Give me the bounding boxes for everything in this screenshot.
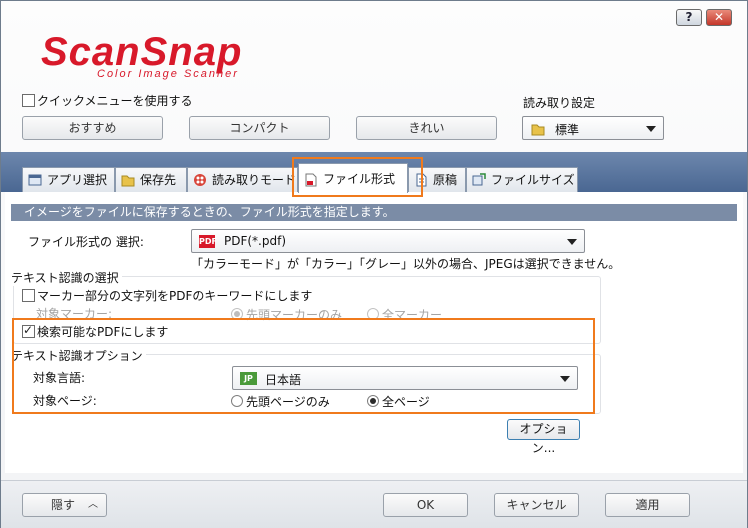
tab-label: 読み取りモード (212, 173, 297, 187)
tab-label: 原稿 (433, 173, 458, 187)
file-format-description: イメージをファイルに保存するときの、ファイル形式を指定します。 (11, 204, 737, 221)
scansnap-logo: ScanSnap Color Image Scanner (41, 31, 241, 80)
first-page-radio[interactable] (231, 395, 243, 407)
app-window-icon (28, 174, 42, 186)
scan-settings-select[interactable]: 標準 (522, 116, 664, 140)
tab-label: ファイル形式 (323, 172, 396, 186)
chevron-up-icon: ︿ (88, 499, 98, 510)
chevron-down-icon (560, 376, 570, 382)
all-pages-radio[interactable] (367, 395, 379, 407)
ocr-options-group-title: テキスト認識オプション (11, 347, 146, 364)
preset-recommended-button[interactable]: おすすめ (22, 116, 163, 140)
target-pages-label: 対象ページ: (33, 394, 97, 408)
close-button[interactable]: ✕ (706, 9, 732, 26)
file-format-value: PDF(*.pdf) (224, 234, 287, 248)
first-page-label: 先頭ページのみ (246, 395, 330, 409)
scan-settings-label: 読み取り設定 (523, 96, 596, 110)
tab-scan-mode[interactable]: 読み取りモード (187, 167, 298, 192)
preset-compact-button[interactable]: コンパクト (189, 116, 330, 140)
all-pages-label: 全ページ (382, 395, 430, 409)
tab-document[interactable]: 原稿 (408, 167, 466, 192)
tab-file-format[interactable]: ファイル形式 (298, 163, 408, 193)
hide-label: 隠す (51, 498, 76, 512)
scansnap-settings-window: ? ✕ ScanSnap Color Image Scanner クイックメニュ… (0, 0, 748, 528)
color-palette-icon (194, 174, 206, 186)
preset-clean-button[interactable]: きれい (356, 116, 497, 140)
marker-keyword-label: マーカー部分の文字列をPDFのキーワードにします (37, 289, 313, 303)
searchable-pdf-label: 検索可能なPDFにします (37, 325, 169, 339)
quick-menu-label: クイックメニューを使用する (37, 94, 193, 108)
tab-app-select[interactable]: アプリ選択 (22, 167, 115, 192)
quick-menu-checkbox[interactable] (22, 94, 35, 107)
marker-keyword-checkbox[interactable] (22, 289, 35, 302)
options-button[interactable]: オプション... (507, 419, 580, 455)
hide-button[interactable]: 隠す ︿ (22, 493, 107, 517)
tab-label: ファイルサイズ (491, 173, 575, 187)
searchable-pdf-checkbox[interactable] (22, 323, 35, 338)
folder-icon (531, 124, 545, 136)
tab-save-location[interactable]: 保存先 (115, 167, 187, 192)
cancel-button[interactable]: キャンセル (494, 493, 579, 517)
language-select[interactable]: JP 日本語 (232, 366, 578, 390)
help-button[interactable]: ? (676, 9, 702, 26)
pdf-icon: PDF (199, 235, 217, 248)
text-recognition-group-title: テキスト認識の選択 (11, 269, 122, 286)
language-label: 対象言語: (33, 371, 86, 385)
tab-label: アプリ選択 (47, 173, 108, 187)
ok-button[interactable]: OK (383, 493, 468, 517)
all-markers-label: 全マーカー (382, 308, 443, 322)
document-icon (416, 173, 427, 187)
folder-icon (121, 175, 135, 187)
scan-settings-value: 標準 (555, 123, 580, 137)
jpeg-note: 「カラーモード」が「カラー」「グレー」以外の場合、JPEGは選択できません。 (191, 257, 621, 271)
language-value: 日本語 (265, 373, 302, 387)
first-marker-radio[interactable] (231, 308, 243, 320)
file-format-select[interactable]: PDF PDF(*.pdf) (191, 229, 585, 253)
apply-button[interactable]: 適用 (605, 493, 690, 517)
all-markers-radio[interactable] (367, 308, 379, 320)
first-marker-label: 先頭マーカーのみ (246, 308, 343, 322)
file-format-select-label: ファイル形式の 選択: (28, 235, 144, 249)
logo-subtitle: Color Image Scanner (97, 68, 239, 80)
target-marker-label: 対象マーカー: (36, 307, 113, 321)
japanese-flag-icon: JP (240, 372, 257, 385)
file-size-icon (472, 173, 486, 186)
tab-label: 保存先 (140, 173, 177, 187)
pdf-file-icon (305, 173, 317, 187)
chevron-down-icon (646, 126, 656, 132)
chevron-down-icon (567, 239, 577, 245)
tab-file-size[interactable]: ファイルサイズ (466, 167, 578, 192)
